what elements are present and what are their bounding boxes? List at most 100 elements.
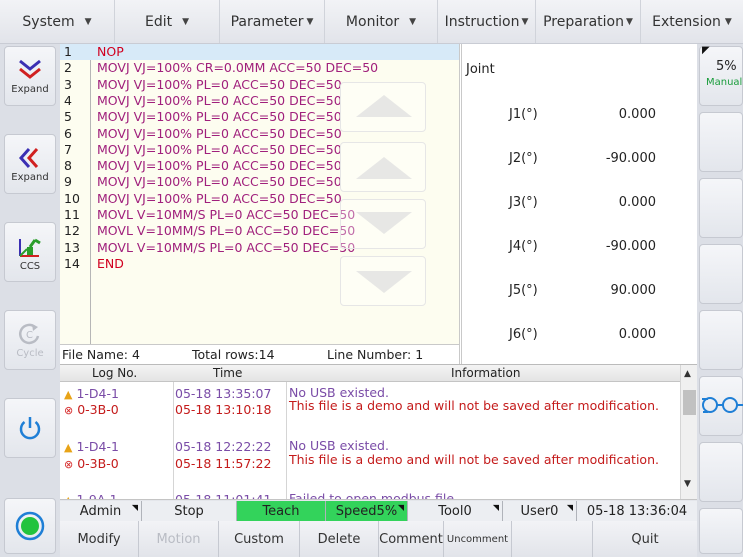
log-number: ▲ 1-D4-1 (64, 439, 119, 454)
comment-label: Comment (379, 531, 443, 547)
corner-triangle-icon: ◥ (131, 503, 138, 512)
user-status[interactable]: Admin ◥ (60, 501, 142, 522)
chevron-down-icon: ▼ (84, 16, 92, 27)
log-number-text: 1-D4-1 (76, 439, 119, 454)
log-scrollbar[interactable]: ▲ ▼ (680, 365, 697, 499)
uncomment-label: Uncomment (446, 533, 509, 545)
joint-name: J3(°) (509, 195, 538, 210)
corner-triangle-icon: ◥ (492, 503, 499, 512)
program-line-code: MOVL V=10MM/S PL=0 ACC=50 DEC=50 (97, 239, 356, 255)
mode-status: Teach (237, 501, 326, 522)
motion-button[interactable]: Motion (139, 521, 219, 557)
line-number: Line Number: 1 (327, 347, 424, 362)
scroll-up-icon[interactable]: ▲ (684, 369, 691, 379)
log-row[interactable]: ▲ 1-D4-1 05-18 13:35:07 No USB existed. (60, 383, 680, 401)
coordinate-system-label: CCS (19, 260, 41, 272)
page-up-button[interactable] (340, 82, 426, 132)
menu-edit-label: Edit (144, 13, 173, 30)
speed-status[interactable]: Speed5% ◥ (326, 501, 408, 522)
log-number-text: 0-3B-0 (77, 456, 119, 471)
uncomment-button[interactable]: Uncomment (444, 521, 512, 557)
page-down-button[interactable] (340, 256, 426, 306)
chevron-down-icon: ▼ (724, 16, 732, 27)
delete-label: Delete (317, 531, 361, 547)
quit-button[interactable]: Quit (593, 521, 697, 557)
program-line[interactable]: 2 MOVJ VJ=100% CR=0.0MM ACC=50 DEC=50 (60, 60, 459, 76)
program-line-code: MOVJ VJ=100% PL=0 ACC=50 DEC=50 (97, 158, 342, 174)
right-blank-button-4[interactable] (699, 310, 743, 370)
right-blank-button-5[interactable] (699, 442, 743, 502)
scroll-down-button[interactable] (340, 199, 426, 249)
log-panel: Log No. Time Information ▲ 1-D4-1 05-18 13… (60, 364, 697, 499)
scroll-thumb[interactable] (683, 390, 696, 415)
program-editor: 1 NOP 2 MOVJ VJ=100% CR=0.0MM ACC=50 DEC=50… (60, 44, 460, 364)
cycle-button[interactable]: C Cycle (4, 310, 56, 370)
menu-extension[interactable]: Extension ▼ (641, 0, 743, 43)
arrow-up-icon (356, 157, 412, 179)
scroll-down-icon[interactable]: ▼ (684, 479, 691, 489)
total-rows: Total rows:14 (192, 347, 275, 362)
menu-preparation[interactable]: Preparation ▼ (536, 0, 641, 43)
menu-parameter[interactable]: Parameter ▼ (220, 0, 325, 43)
log-row[interactable]: ⊗ 0-3B-0 05-18 11:57:22 This file is a demo… (60, 453, 680, 489)
user-frame-status[interactable]: User0 ◥ (503, 501, 577, 522)
menu-system[interactable]: System ▼ (0, 0, 115, 43)
status-bar: Admin ◥ Stop Teach Speed5% ◥ Tool0 ◥ User0 ◥… (60, 499, 697, 522)
right-blank-button-1[interactable] (699, 112, 743, 172)
right-blank-button-3[interactable] (699, 244, 743, 304)
servo-power-button[interactable] (4, 398, 56, 458)
tool-status[interactable]: Tool0 ◥ (408, 501, 503, 522)
joint-title: Joint (466, 62, 495, 77)
right-blank-button-6[interactable] (699, 508, 743, 554)
program-line-number: 12 (64, 223, 80, 239)
speed-mode-button[interactable]: ◤ 5% Manual (699, 45, 743, 106)
log-information: Failed to open modbus file. (289, 491, 459, 499)
datetime-value: 05-18 13:36:04 (586, 504, 688, 519)
svg-text:C: C (26, 330, 33, 341)
tool-value: Tool0 (438, 504, 472, 519)
comment-button[interactable]: Comment (379, 521, 444, 557)
run-indicator-button[interactable] (4, 498, 56, 554)
menu-edit[interactable]: Edit ▼ (115, 0, 220, 43)
chevron-down-icon: ▼ (182, 16, 190, 27)
program-line-number: 1 (64, 44, 72, 59)
cycle-icon: C (19, 323, 40, 344)
joint-name: J1(°) (509, 107, 538, 122)
program-line-code: MOVJ VJ=100% PL=0 ACC=50 DEC=50 (97, 174, 342, 190)
mode-status-value: Teach (262, 504, 300, 519)
blank-toolbar-button[interactable] (512, 521, 593, 557)
expand-left-button[interactable]: Expand (4, 134, 56, 194)
menu-monitor[interactable]: Monitor ▼ (325, 0, 438, 43)
menu-parameter-label: Parameter (230, 13, 304, 30)
program-line[interactable]: 1 NOP (60, 44, 459, 61)
file-info-bar: File Name: 4 Total rows:14 Line Number: … (60, 344, 459, 364)
joint-value: 0.000 (618, 327, 656, 342)
chevron-down-icon: ▼ (409, 16, 417, 27)
custom-button[interactable]: Custom (219, 521, 300, 557)
left-sidebar: Expand Expand CCS C Cycle (0, 44, 60, 557)
modify-button[interactable]: Modify (60, 521, 139, 557)
modify-label: Modify (77, 531, 121, 547)
log-row[interactable]: ▲ 1-D4-1 05-18 12:22:22 No USB existed. (60, 436, 680, 454)
coordinate-system-button[interactable]: CCS (4, 222, 56, 282)
delete-button[interactable]: Delete (300, 521, 379, 557)
double-chevron-left-icon (18, 147, 39, 168)
program-line-code: MOVJ VJ=100% PL=0 ACC=50 DEC=50 (97, 141, 342, 157)
robot-icon (702, 397, 743, 413)
log-header-no: Log No. (92, 366, 138, 380)
expand-down-button[interactable]: Expand (4, 46, 56, 106)
right-blank-button-2[interactable] (699, 178, 743, 238)
menu-instruction[interactable]: Instruction ▼ (438, 0, 536, 43)
program-line-code: MOVJ VJ=100% CR=0.0MM ACC=50 DEC=50 (97, 60, 379, 76)
log-row[interactable]: ⊗ 0-3B-0 05-18 13:10:18 This file is a demo… (60, 399, 680, 435)
joint-value: 0.000 (618, 107, 656, 122)
robot-view-button[interactable] (699, 376, 743, 436)
mode-value: Manual (706, 77, 743, 88)
power-icon (19, 417, 41, 440)
log-row[interactable]: ▲1-9A-1 05-18 11:01:41 Failed to open modb… (60, 489, 680, 499)
joint-value: -90.000 (605, 151, 656, 166)
menu-system-label: System (22, 13, 75, 30)
arrow-down-icon (356, 212, 412, 234)
program-line-number: 9 (64, 174, 72, 190)
scroll-up-button[interactable] (340, 142, 426, 192)
